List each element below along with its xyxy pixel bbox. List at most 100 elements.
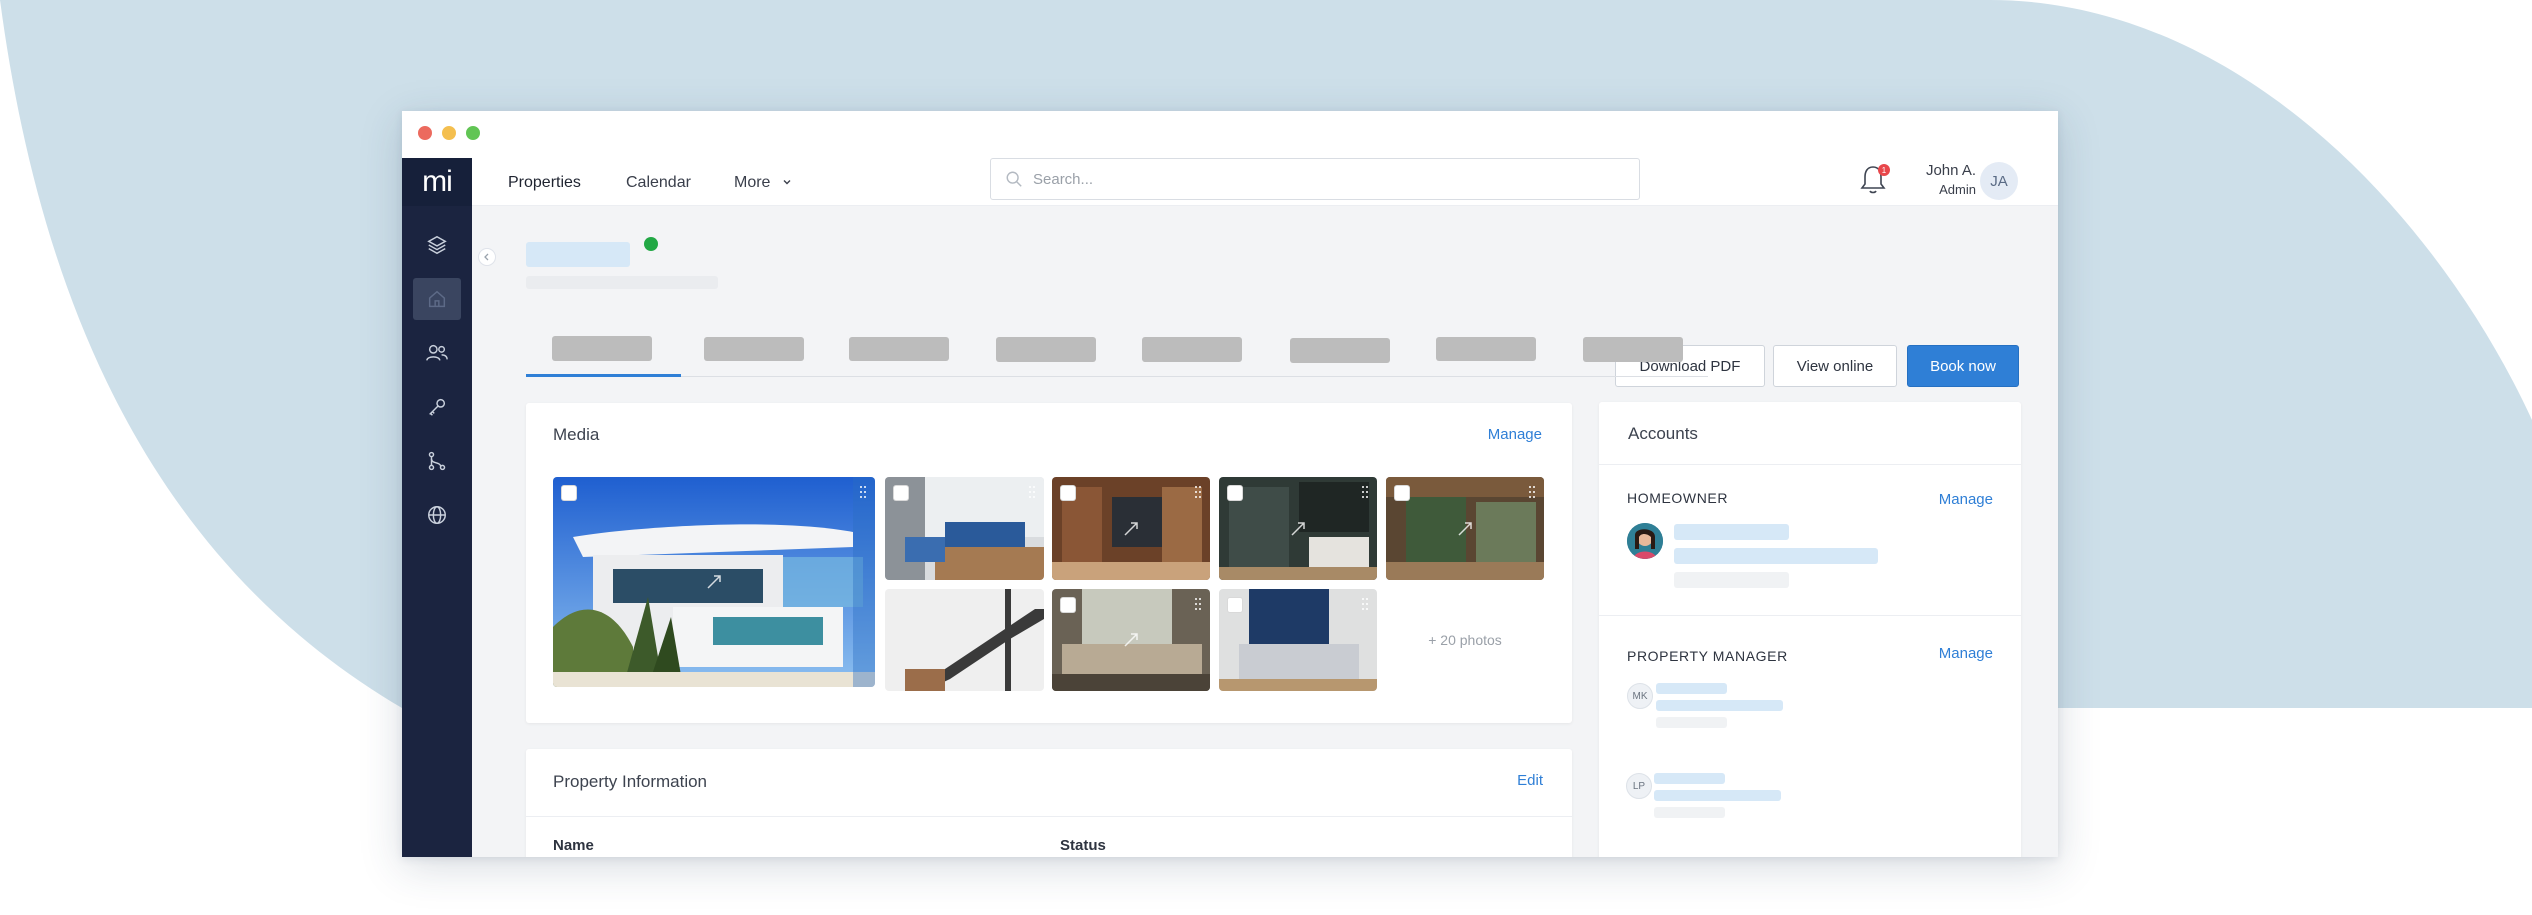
more-photos-link[interactable]: + 20 photos — [1386, 589, 1544, 691]
property-manager-avatar[interactable]: MK — [1627, 683, 1653, 709]
notifications-button[interactable]: 1 — [1858, 162, 1892, 200]
homeowner-name-placeholder — [1674, 524, 1789, 540]
avatar[interactable]: JA — [1980, 162, 2018, 200]
chevron-left-icon — [484, 253, 489, 261]
users-icon — [426, 344, 448, 361]
sidebar-item-web[interactable] — [413, 494, 461, 536]
drag-handle-icon[interactable] — [1194, 485, 1202, 499]
media-photo-checkbox[interactable] — [561, 485, 577, 501]
notification-badge: 1 — [1878, 164, 1890, 176]
tab-7[interactable] — [1436, 337, 1536, 361]
divider — [1599, 615, 2021, 616]
chevron-down-icon — [783, 180, 791, 185]
media-photo-main[interactable] — [553, 477, 875, 687]
drag-handle-icon[interactable] — [1528, 485, 1536, 499]
expand-icon[interactable] — [1121, 630, 1141, 650]
media-photo-bathroom[interactable] — [1219, 477, 1377, 580]
drag-handle-icon[interactable] — [1028, 485, 1036, 499]
media-photo-checkbox[interactable] — [893, 485, 909, 501]
media-photo-checkbox[interactable] — [1227, 597, 1243, 613]
tab-3[interactable] — [849, 337, 949, 361]
nav-link-calendar[interactable]: Calendar — [626, 174, 691, 192]
member-name-placeholder — [1654, 773, 1725, 784]
expand-icon[interactable] — [1288, 519, 1308, 539]
nav-link-properties[interactable]: Properties — [508, 174, 581, 192]
media-photo-kitchen[interactable] — [1052, 477, 1210, 580]
column-header-status: Status — [1060, 837, 1106, 854]
media-photo-checkbox[interactable] — [1060, 485, 1076, 501]
media-photo-checkbox[interactable] — [1227, 485, 1243, 501]
drag-handle-icon[interactable] — [859, 485, 867, 499]
maximize-window-button[interactable] — [466, 126, 480, 140]
close-window-button[interactable] — [418, 126, 432, 140]
property-manager-avatar[interactable]: LP — [1626, 773, 1652, 799]
user-name: John A. — [1925, 162, 1976, 179]
sidebar-item-workflows[interactable] — [413, 440, 461, 482]
member-phone-placeholder — [1654, 807, 1725, 818]
homeowner-manage-link[interactable]: Manage — [1939, 491, 1993, 508]
drag-handle-icon[interactable] — [1194, 597, 1202, 611]
accounts-card: Accounts HOMEOWNER Manage PROPERTY MANAG… — [1599, 402, 2021, 857]
column-header-name: Name — [553, 837, 594, 854]
media-photo-lounge[interactable] — [1052, 589, 1210, 691]
tab-1[interactable] — [552, 336, 652, 361]
expand-icon[interactable] — [1455, 519, 1475, 539]
minimize-window-button[interactable] — [442, 126, 456, 140]
accounts-title: Accounts — [1628, 424, 1698, 443]
homeowner-label: HOMEOWNER — [1627, 490, 1729, 506]
tabs-divider — [526, 376, 1708, 377]
nav-link-more[interactable]: More — [734, 174, 793, 192]
drag-handle-icon[interactable] — [1361, 485, 1369, 499]
status-online-dot — [644, 237, 658, 251]
sidebar-item-properties[interactable] — [413, 278, 461, 320]
staircase-photo — [885, 589, 1044, 691]
layers-icon — [427, 235, 447, 255]
sidebar-item-layers[interactable] — [413, 224, 461, 266]
key-icon — [429, 398, 446, 416]
divider — [526, 816, 1572, 817]
tab-8[interactable] — [1583, 337, 1683, 362]
app-logo[interactable]: mi — [402, 158, 472, 206]
tab-5[interactable] — [1142, 337, 1242, 362]
user-info: John A. Admin — [1920, 162, 1976, 197]
sidebar-collapse-toggle[interactable] — [478, 248, 496, 266]
search-box — [990, 158, 1640, 200]
media-photo-living-room[interactable] — [885, 477, 1044, 580]
globe-icon — [428, 506, 446, 524]
homeowner-email-placeholder — [1674, 548, 1878, 564]
media-photo-staircase[interactable] — [885, 589, 1044, 691]
nav-link-more-label: More — [734, 174, 771, 191]
view-online-button[interactable]: View online — [1773, 345, 1897, 387]
tab-6[interactable] — [1290, 338, 1390, 363]
expand-icon[interactable] — [704, 572, 724, 592]
book-now-button[interactable]: Book now — [1907, 345, 2019, 387]
sidebar-item-keys[interactable] — [413, 386, 461, 428]
stage: mi Properties Calendar More Search... 1 … — [0, 0, 2532, 915]
search-input[interactable] — [1033, 159, 1633, 199]
member-email-placeholder — [1656, 700, 1783, 711]
media-photo-bedroom[interactable] — [1219, 589, 1377, 691]
sidebar-item-users[interactable] — [413, 332, 461, 374]
tab-2[interactable] — [704, 337, 804, 361]
title-bar — [402, 111, 2058, 158]
tab-4[interactable] — [996, 337, 1096, 362]
sidebar: mi — [402, 158, 472, 857]
media-manage-link[interactable]: Manage — [1488, 426, 1542, 443]
media-photo-patio[interactable] — [1386, 477, 1544, 580]
property-manager-manage-link[interactable]: Manage — [1939, 645, 1993, 662]
property-information-title: Property Information — [553, 772, 708, 791]
homeowner-phone-placeholder — [1674, 572, 1789, 588]
top-navigation: Properties Calendar More 1 John A. Admin… — [472, 158, 2058, 206]
drag-handle-icon[interactable] — [1361, 597, 1369, 611]
member-name-placeholder — [1656, 683, 1727, 694]
media-title: Media — [553, 425, 600, 444]
person-photo — [1627, 523, 1663, 559]
property-information-edit-link[interactable]: Edit — [1517, 772, 1543, 789]
homeowner-avatar[interactable] — [1627, 523, 1663, 559]
media-photo-checkbox[interactable] — [1394, 485, 1410, 501]
media-photo-checkbox[interactable] — [1060, 597, 1076, 613]
property-information-card: Property Information Edit Name Status — [526, 749, 1572, 857]
media-card: Media Manage + 20 photos — [526, 403, 1572, 723]
expand-icon[interactable] — [1121, 519, 1141, 539]
git-branch-icon — [428, 451, 446, 471]
